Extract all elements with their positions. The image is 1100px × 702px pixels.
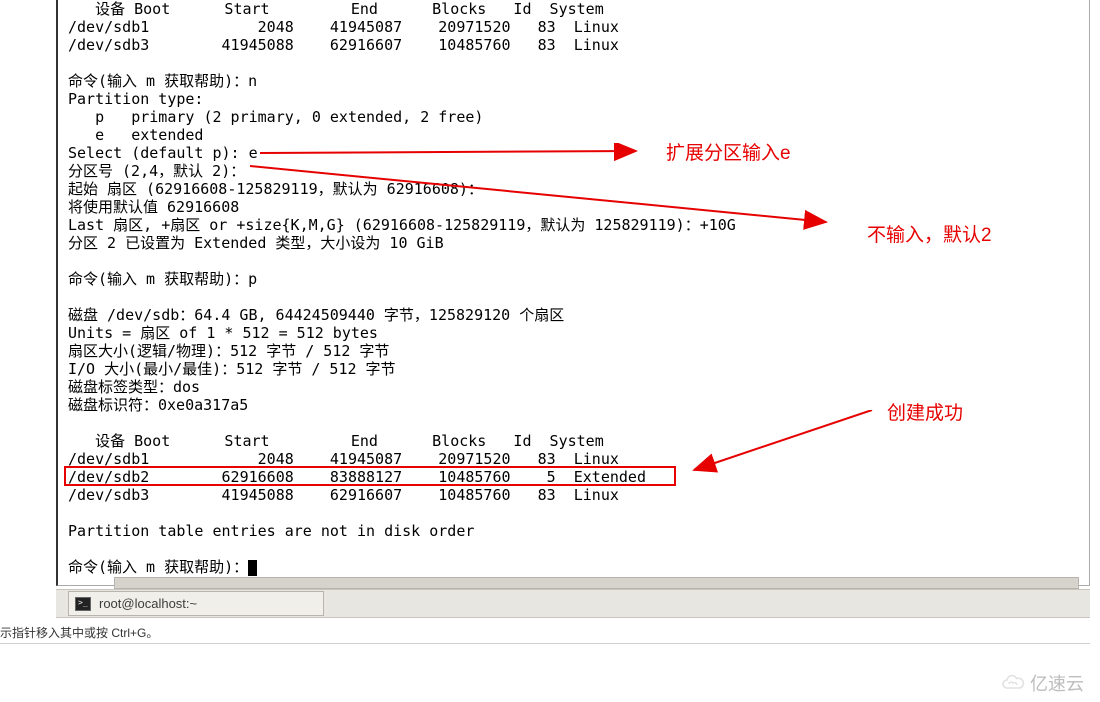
vm-status-bar: 示指针移入其中或按 Ctrl+G。 — [0, 621, 1090, 644]
horizontal-scrollbar[interactable] — [114, 577, 1079, 589]
watermark-text: 亿速云 — [1030, 670, 1084, 696]
taskbar: root@localhost:~ — [56, 589, 1090, 618]
status-text: 示指针移入其中或按 Ctrl+G。 — [0, 624, 158, 641]
terminal-window[interactable]: 设备 Boot Start End Blocks Id System /dev/… — [56, 0, 1090, 586]
taskbar-terminal-button[interactable]: root@localhost:~ — [68, 591, 324, 616]
watermark: 亿速云 — [1000, 670, 1084, 696]
terminal-icon — [75, 597, 91, 611]
terminal-output: 设备 Boot Start End Blocks Id System /dev/… — [58, 0, 1089, 576]
taskbar-button-label: root@localhost:~ — [99, 596, 197, 611]
cloud-icon — [1000, 674, 1026, 692]
terminal-cursor — [248, 560, 257, 576]
